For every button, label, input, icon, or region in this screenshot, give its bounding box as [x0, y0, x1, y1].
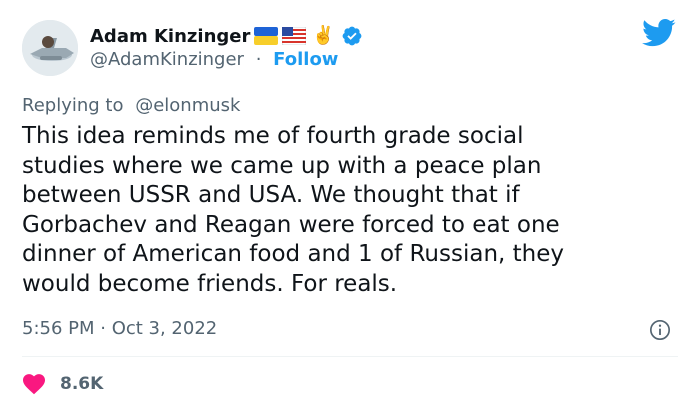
usa-flag-icon [282, 27, 307, 45]
ukraine-flag-icon [254, 27, 279, 45]
separator-dot: · [255, 49, 262, 70]
like-count: 8.6K [60, 374, 104, 394]
tweet-timestamp[interactable]: 5:56 PM · Oct 3, 2022 [22, 318, 217, 339]
tweet-text-line: This idea reminds me of fourth grade soc… [22, 123, 524, 149]
divider [22, 356, 678, 357]
tweet-card: Adam Kinzinger ✌️ @AdamKinzinger · Follo… [0, 0, 700, 410]
tweet-text: This idea reminds me of fourth grade soc… [22, 122, 662, 299]
tweet-text-line: would become friends. For reals. [22, 270, 398, 297]
tweet-text-line: Gorbachev and Reagan were forced to eat … [22, 211, 560, 238]
like-button[interactable]: 8.6K [22, 372, 103, 396]
follow-button[interactable]: Follow [273, 49, 338, 70]
tweet-text-line: between USSR and USA. We thought that if [22, 182, 520, 208]
author-handle[interactable]: @AdamKinzinger [90, 49, 244, 70]
twitter-bird-icon[interactable] [642, 18, 676, 48]
tweet-text-line: dinner of American food and 1 of Russian… [22, 241, 564, 267]
tweet-text-line: studies where we came up with a peace pl… [22, 152, 542, 179]
replying-to-line: Replying to @elonmusk [22, 95, 240, 116]
avatar[interactable] [22, 20, 78, 76]
replying-to-user-link[interactable]: @elonmusk [135, 95, 240, 116]
heart-icon [23, 374, 45, 395]
author-display-name[interactable]: Adam Kinzinger [90, 26, 250, 47]
replying-to-label: Replying to [22, 95, 124, 116]
info-icon[interactable] [649, 319, 671, 341]
author-name-row: Adam Kinzinger ✌️ [90, 22, 363, 50]
author-handle-row: @AdamKinzinger · Follow [90, 49, 338, 70]
peace-hand-emoji: ✌️ [312, 25, 335, 46]
avatar-image [22, 20, 78, 76]
verified-badge-icon [342, 26, 362, 46]
